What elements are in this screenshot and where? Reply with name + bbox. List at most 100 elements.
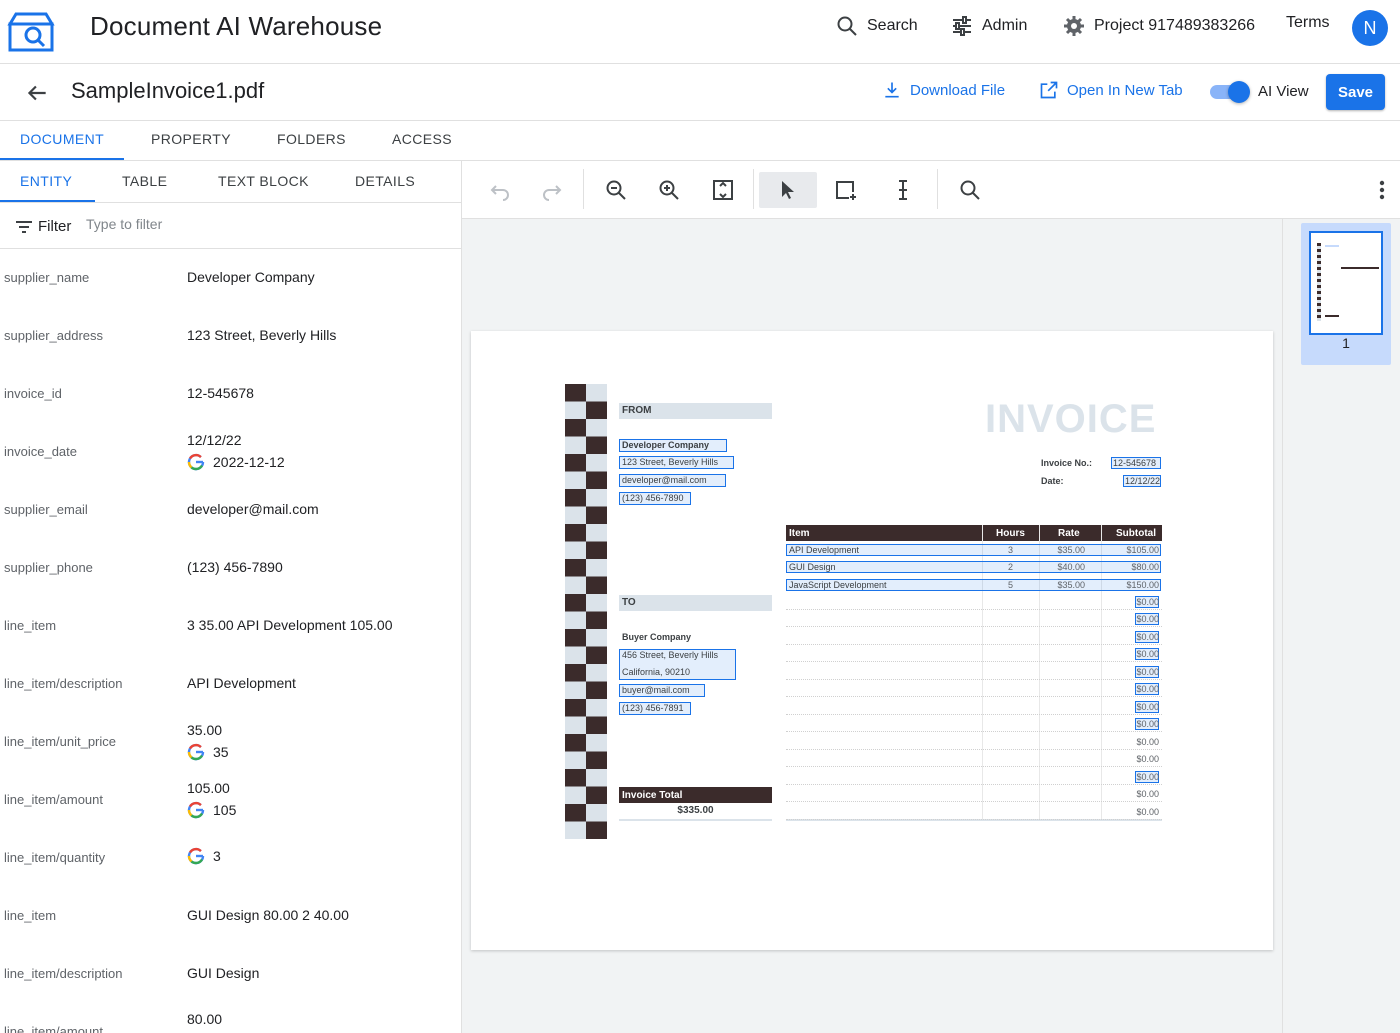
normalized-text: 2022-12-12 — [213, 454, 285, 470]
tab-details[interactable]: DETAILS — [355, 173, 415, 189]
entity-row[interactable]: line_item/description API Development — [0, 655, 461, 713]
entity-panel: ENTITY TABLE TEXT BLOCK DETAILS Filter s… — [0, 161, 462, 1033]
thumb-line — [1325, 315, 1339, 317]
entity-row[interactable]: line_item 3 35.00 API Development 105.00 — [0, 597, 461, 655]
entity-key: invoice_id — [4, 386, 62, 401]
tab-access[interactable]: ACCESS — [392, 131, 452, 147]
entity-key: supplier_email — [4, 502, 88, 517]
entity-value: 105.00 — [187, 780, 230, 796]
avatar[interactable]: N — [1352, 10, 1388, 46]
entity-row[interactable]: line_item/description GUI Design — [0, 945, 461, 1003]
empty-subtotal: $0.00 — [1136, 702, 1159, 712]
entity-value: 12/12/22 — [187, 432, 242, 448]
normalized-text: 35 — [213, 744, 229, 760]
normalized-value: 105 — [187, 801, 236, 819]
tab-property[interactable]: PROPERTY — [151, 131, 231, 147]
entity-key: line_item/description — [4, 676, 123, 691]
warehouse-logo-icon[interactable] — [6, 10, 56, 52]
google-g-icon — [187, 743, 205, 761]
item-subtotal: $150.00 — [1126, 580, 1159, 590]
table-row-line — [786, 731, 1162, 732]
project-nav[interactable]: Project 917489383266 — [1062, 14, 1255, 38]
from-email: developer@mail.com — [622, 475, 707, 485]
search-document-button[interactable] — [955, 175, 985, 205]
save-button[interactable]: Save — [1326, 74, 1385, 110]
ai-view-toggle[interactable] — [1208, 81, 1250, 103]
download-file-button[interactable]: Download File — [882, 80, 1005, 100]
open-new-tab-button[interactable]: Open In New Tab — [1039, 80, 1183, 100]
select-tool-button[interactable] — [773, 175, 803, 205]
sub-tabs: ENTITY TABLE TEXT BLOCK DETAILS — [0, 161, 461, 203]
entity-row[interactable]: line_item/quantity 3 — [0, 829, 461, 887]
filter-bar: Filter — [0, 203, 461, 249]
tab-indicator — [0, 158, 124, 160]
col-hours: Hours — [996, 528, 1025, 539]
col-rate: Rate — [1058, 528, 1080, 539]
entity-value: 35.00 — [187, 722, 223, 738]
total-label: Invoice Total — [619, 787, 772, 803]
fit-page-button[interactable] — [708, 175, 738, 205]
table-row-line — [786, 696, 1162, 697]
tab-text-block[interactable]: TEXT BLOCK — [218, 173, 309, 189]
search-nav[interactable]: Search — [835, 14, 918, 38]
tab-table[interactable]: TABLE — [122, 173, 167, 189]
entity-key: supplier_address — [4, 328, 104, 343]
redo-button[interactable] — [537, 175, 567, 205]
document-viewer[interactable]: FROM Developer Company 123 Street, Bever… — [462, 219, 1282, 1033]
table-row-line — [786, 714, 1162, 715]
download-label: Download File — [910, 81, 1006, 99]
google-g-icon — [187, 847, 205, 865]
tab-entity[interactable]: ENTITY — [20, 173, 72, 189]
zoom-out-icon — [606, 180, 626, 200]
open-in-new-icon — [1040, 81, 1058, 99]
entity-row[interactable]: invoice_id 12-545678 — [0, 365, 461, 423]
entity-row[interactable]: supplier_name Developer Company — [0, 249, 461, 307]
zoom-in-icon — [659, 180, 679, 200]
entity-row[interactable]: line_item GUI Design 80.00 2 40.00 — [0, 887, 461, 945]
terms-link[interactable]: Terms — [1286, 14, 1330, 32]
empty-subtotal: $0.00 — [1136, 772, 1159, 782]
invoice-no: 12-545678 — [1113, 458, 1157, 468]
toggle-knob — [1228, 81, 1250, 103]
entity-row[interactable]: line_item/unit_price 35.00 35 — [0, 713, 461, 771]
zoom-in-button[interactable] — [654, 175, 684, 205]
item-hours: 5 — [1007, 580, 1013, 590]
normalized-text: 105 — [213, 802, 237, 818]
entity-value: GUI Design — [187, 965, 260, 981]
invoice-date: 12/12/22 — [1125, 476, 1161, 486]
item-hours: 3 — [1007, 545, 1013, 555]
undo-button[interactable] — [485, 175, 515, 205]
entity-row[interactable]: supplier_phone (123) 456-7890 — [0, 539, 461, 597]
document-page[interactable]: FROM Developer Company 123 Street, Bever… — [471, 331, 1273, 950]
draw-box-button[interactable] — [831, 175, 861, 205]
entity-row[interactable]: supplier_address 123 Street, Beverly Hil… — [0, 307, 461, 365]
to-city: California, 90210 — [622, 667, 691, 677]
table-row-line — [786, 679, 1162, 680]
from-name: Developer Company — [622, 440, 710, 450]
entity-row[interactable]: supplier_email developer@mail.com — [0, 481, 461, 539]
entity-row[interactable]: line_item/amount 80.00 — [0, 1003, 461, 1033]
table-row-line — [786, 766, 1162, 767]
page-thumbnail[interactable]: 1 — [1301, 223, 1391, 365]
back-arrow-icon[interactable] — [24, 80, 50, 106]
table-row-line — [786, 661, 1162, 662]
zoom-out-button[interactable] — [601, 175, 631, 205]
col-item: Item — [789, 528, 810, 539]
col-subtotal: Subtotal — [1116, 528, 1156, 539]
ai-view-label: AI View — [1258, 83, 1309, 100]
to-address: 456 Street, Beverly Hills — [622, 650, 719, 660]
entity-value: 123 Street, Beverly Hills — [187, 327, 337, 343]
file-name: SampleInvoice1.pdf — [71, 78, 265, 103]
subtab-indicator — [0, 200, 95, 202]
line-item-bbox[interactable] — [786, 561, 1161, 573]
entity-row[interactable]: invoice_date 12/12/22 2022-12-12 — [0, 423, 461, 481]
admin-nav[interactable]: Admin — [950, 14, 1027, 38]
tab-document[interactable]: DOCUMENT — [20, 131, 104, 147]
text-cursor-button[interactable] — [888, 175, 918, 205]
filter-input[interactable] — [86, 216, 446, 232]
entity-row[interactable]: line_item/amount 105.00 105 — [0, 771, 461, 829]
total-value: $335.00 — [677, 805, 714, 816]
toolbar-divider — [583, 169, 584, 209]
tab-folders[interactable]: FOLDERS — [277, 131, 346, 147]
more-options-button[interactable] — [1367, 175, 1397, 205]
